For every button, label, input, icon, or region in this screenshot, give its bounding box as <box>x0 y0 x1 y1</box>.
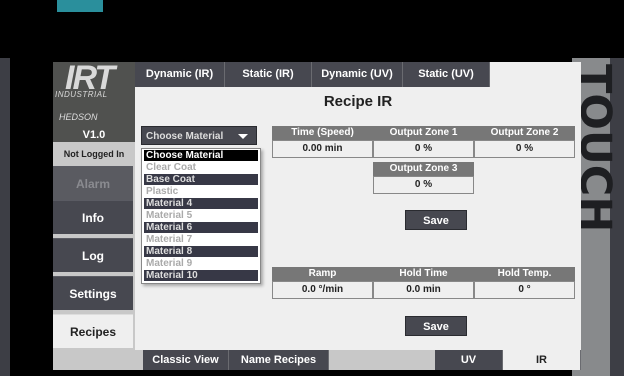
dropdown-value: Choose Material <box>146 131 224 142</box>
list-item[interactable]: Clear Coat <box>144 162 258 173</box>
list-item[interactable]: Material 10 <box>144 270 258 281</box>
accent-strip <box>57 0 103 12</box>
output-zone-3-value[interactable]: 0 % <box>373 176 474 194</box>
login-status[interactable]: Not Logged In <box>53 142 135 166</box>
output-zone-1-header: Output Zone 1 <box>373 126 474 140</box>
list-item[interactable]: Base Coat <box>144 174 258 185</box>
list-item[interactable]: Plastic <box>144 186 258 197</box>
hmi-panel: IRT INDUSTRIAL HEDSON V1.0 Not Logged In… <box>53 59 581 370</box>
tab-dynamic-uv[interactable]: Dynamic (UV) <box>312 62 403 87</box>
list-item[interactable]: Material 4 <box>144 198 258 209</box>
list-item[interactable]: Material 7 <box>144 234 258 245</box>
uv-button[interactable]: UV <box>435 350 503 370</box>
version-label: V1.0 <box>53 128 135 142</box>
hold-time-header: Hold Time <box>373 267 474 281</box>
hold-temp-header: Hold Temp. <box>474 267 575 281</box>
ramp-value[interactable]: 0.0 °/min <box>272 281 373 299</box>
list-item[interactable]: Material 6 <box>144 222 258 233</box>
ramp-header: Ramp <box>272 267 373 281</box>
output-zone-2-value[interactable]: 0 % <box>474 140 575 158</box>
material-dropdown[interactable]: Choose Material <box>141 126 257 145</box>
time-speed-header: Time (Speed) <box>272 126 373 140</box>
list-item[interactable]: Material 5 <box>144 210 258 221</box>
name-recipes-button[interactable]: Name Recipes <box>229 350 329 370</box>
save-button[interactable]: Save <box>405 210 467 230</box>
tab-static-uv[interactable]: Static (UV) <box>403 62 490 87</box>
list-item[interactable]: Choose Material <box>144 150 258 161</box>
logo-subtext: INDUSTRIAL <box>55 90 108 99</box>
log-button[interactable]: Log <box>53 238 133 272</box>
list-item[interactable]: Material 8 <box>144 246 258 257</box>
top-frame <box>0 0 624 58</box>
chevron-down-icon <box>238 134 248 139</box>
info-button[interactable]: Info <box>53 200 133 234</box>
logo: IRT INDUSTRIAL <box>53 59 135 112</box>
bottom-bar: Classic View Name Recipes UV IR <box>135 350 581 370</box>
settings-button[interactable]: Settings <box>53 276 133 310</box>
hold-time-value[interactable]: 0.0 min <box>373 281 474 299</box>
list-item[interactable]: Material 9 <box>144 258 258 269</box>
alarm-button[interactable]: Alarm <box>53 166 133 200</box>
ir-button[interactable]: IR <box>503 350 581 370</box>
output-zone-1-value[interactable]: 0 % <box>373 140 474 158</box>
hold-temp-value[interactable]: 0 ° <box>474 281 575 299</box>
mode-tabs: Dynamic (IR) Static (IR) Dynamic (UV) St… <box>135 62 581 87</box>
material-list: Choose Material Clear Coat Base Coat Pla… <box>141 148 261 284</box>
output-zone-3-header: Output Zone 3 <box>373 162 474 176</box>
save-ramp-button[interactable]: Save <box>405 316 467 336</box>
tab-static-ir[interactable]: Static (IR) <box>225 62 312 87</box>
brand-hedson: HEDSON <box>53 112 135 128</box>
recipes-button[interactable]: Recipes <box>53 314 133 348</box>
classic-view-button[interactable]: Classic View <box>143 350 229 370</box>
sidebar: IRT INDUSTRIAL HEDSON V1.0 Not Logged In… <box>53 59 135 370</box>
page-title: Recipe IR <box>323 93 393 110</box>
output-zone-2-header: Output Zone 2 <box>474 126 575 140</box>
tab-dynamic-ir[interactable]: Dynamic (IR) <box>135 62 225 87</box>
time-speed-value[interactable]: 0.00 min <box>272 140 373 158</box>
